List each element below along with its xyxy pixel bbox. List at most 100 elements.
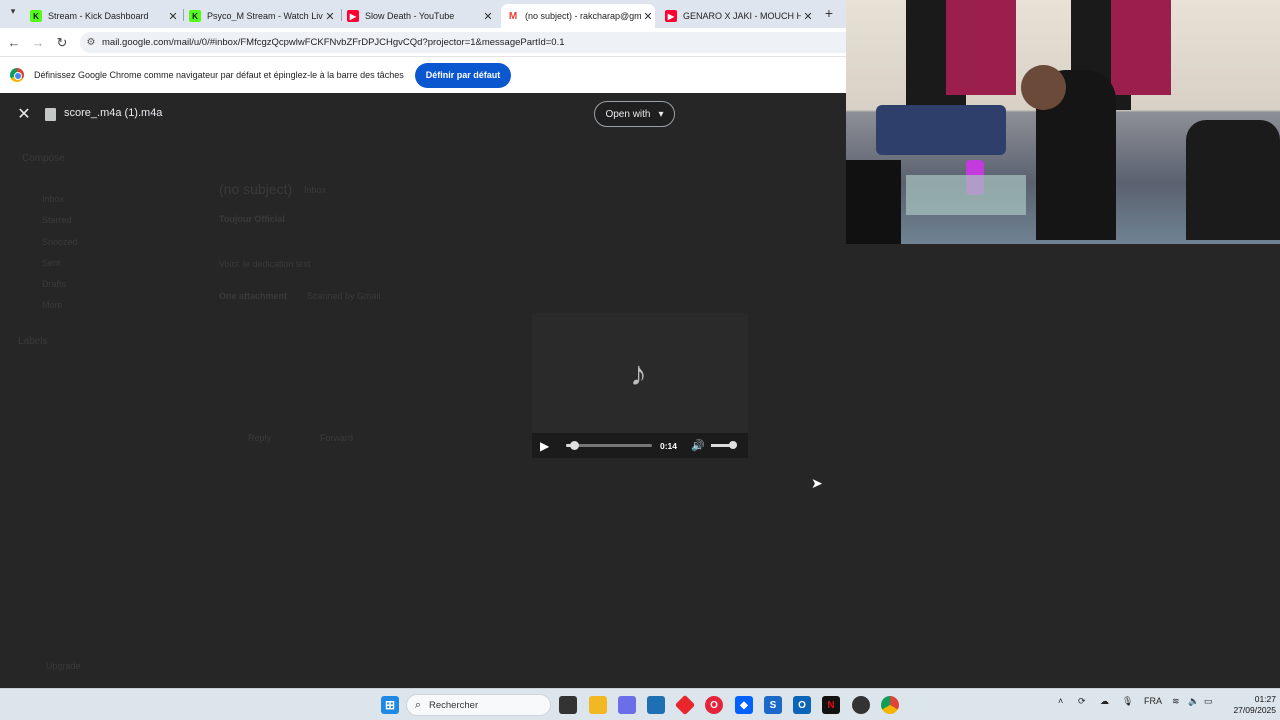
nav-snoozed: Snoozed bbox=[42, 237, 78, 247]
task-view-icon[interactable] bbox=[559, 696, 577, 714]
chrome-taskbar-icon[interactable] bbox=[881, 696, 899, 714]
wifi-icon[interactable]: ≋ bbox=[1172, 696, 1180, 707]
opera-icon[interactable]: O bbox=[705, 696, 723, 714]
close-tab-icon[interactable]: ✕ bbox=[641, 10, 655, 23]
audio-file-icon bbox=[45, 108, 56, 121]
attachment-count: One attachment bbox=[219, 291, 288, 301]
tab-kick-dashboard[interactable]: K Stream - Kick Dashboard ✕ bbox=[30, 4, 180, 28]
attachment-filename: score_.m4a (1).m4a bbox=[64, 107, 163, 119]
tab-title: Slow Death - YouTube bbox=[365, 11, 455, 21]
app-red-diamond-icon[interactable] bbox=[674, 694, 696, 716]
reload-icon[interactable]: ↻ bbox=[53, 34, 71, 52]
nav-sent: Sent bbox=[42, 258, 61, 268]
forward-button: Forward bbox=[320, 433, 354, 443]
battery-icon[interactable]: ▭ bbox=[1204, 696, 1213, 707]
obs-icon[interactable] bbox=[852, 696, 870, 714]
outlook-icon[interactable]: O bbox=[793, 696, 811, 714]
dropbox-icon[interactable]: ◆ bbox=[735, 696, 753, 714]
sync-icon[interactable]: ⟳ bbox=[1078, 696, 1086, 707]
url-text[interactable]: mail.google.com/mail/u/0/#inbox/FMfcgzQc… bbox=[102, 37, 565, 48]
seek-handle[interactable] bbox=[570, 441, 580, 450]
email-body: Voici: le dedication text bbox=[219, 259, 311, 269]
language-indicator[interactable]: FRA bbox=[1144, 696, 1162, 706]
labels-heading: Labels bbox=[18, 336, 48, 347]
open-with-button[interactable]: Open with ▾ bbox=[594, 101, 675, 127]
volume-slider[interactable] bbox=[710, 441, 737, 449]
open-with-label: Open with bbox=[605, 108, 651, 120]
microphone-icon[interactable]: 🎙 bbox=[1122, 696, 1133, 707]
tab-title: Psyco_M Stream - Watch Live o bbox=[207, 11, 323, 21]
tab-psyco-stream[interactable]: K Psyco_M Stream - Watch Live o ✕ bbox=[189, 4, 337, 28]
taskbar-search[interactable]: ⌕ Rechercher bbox=[406, 694, 551, 716]
cloud-icon[interactable]: ☁ bbox=[1100, 696, 1109, 707]
nav-inbox: Inbox bbox=[42, 194, 65, 204]
new-tab-button[interactable]: + bbox=[820, 4, 838, 22]
tray-overflow-icon[interactable]: ˄ bbox=[1058, 696, 1063, 706]
audio-player: ♪ ▶ 0:14 🔊 bbox=[532, 313, 748, 458]
close-tab-icon[interactable]: ✕ bbox=[801, 10, 815, 23]
omnibox[interactable]: ⚙ mail.google.com/mail/u/0/#inbox/FMfcgz… bbox=[80, 32, 846, 53]
file-explorer-icon[interactable] bbox=[589, 696, 607, 714]
tab-title: Stream - Kick Dashboard bbox=[48, 11, 149, 21]
tab-title: GENARO X JAKI - MOUCH HUM bbox=[683, 11, 801, 21]
windows-start-icon[interactable]: ⊞ bbox=[381, 696, 399, 714]
compose-button: Compose bbox=[22, 153, 65, 164]
copilot-icon[interactable] bbox=[618, 696, 636, 714]
inbox-tag: Inbox bbox=[304, 185, 327, 195]
player-controls: ▶ 0:14 🔊 bbox=[532, 433, 748, 458]
reply-button: Reply bbox=[248, 433, 272, 443]
back-icon[interactable]: ← bbox=[5, 34, 23, 52]
upgrade-link: Upgrade bbox=[46, 661, 81, 671]
search-placeholder: Rechercher bbox=[429, 699, 479, 711]
close-viewer-icon[interactable]: ✕ bbox=[14, 105, 34, 125]
dropdown-arrow-icon: ▾ bbox=[658, 108, 664, 120]
gmail-icon: M bbox=[507, 10, 519, 22]
search-icon: ⌕ bbox=[414, 698, 422, 711]
close-tab-icon[interactable]: ✕ bbox=[481, 10, 495, 23]
youtube-icon: ▶ bbox=[347, 10, 359, 22]
tab-search-icon[interactable]: ▾ bbox=[4, 6, 22, 22]
nav-more: More bbox=[42, 300, 63, 310]
seek-slider[interactable] bbox=[566, 441, 652, 450]
email-subject: (no subject) bbox=[219, 181, 293, 197]
volume-handle[interactable] bbox=[728, 441, 737, 449]
tab-title: (no subject) - rakcharap@gmai bbox=[525, 11, 641, 21]
current-time: 0:14 bbox=[660, 440, 678, 451]
viewer-right-area bbox=[846, 244, 1280, 688]
clock-date: 27/09/2025 bbox=[1233, 705, 1276, 715]
forward-icon[interactable]: → bbox=[29, 34, 47, 52]
chrome-icon bbox=[10, 68, 24, 82]
tab-strip: ▾ K Stream - Kick Dashboard ✕ K Psyco_M … bbox=[0, 0, 846, 28]
address-bar: ← → ↻ ⚙ mail.google.com/mail/u/0/#inbox/… bbox=[0, 28, 846, 57]
close-tab-icon[interactable]: ✕ bbox=[166, 10, 180, 23]
default-browser-infobar: Définissez Google Chrome comme navigateu… bbox=[0, 57, 846, 93]
tab-gmail[interactable]: M (no subject) - rakcharap@gmai ✕ bbox=[501, 4, 655, 28]
site-info-icon[interactable]: ⚙ bbox=[80, 37, 102, 48]
clock-time: 01:27 bbox=[1254, 694, 1276, 704]
nav-starred: Starred bbox=[42, 215, 72, 225]
audio-artwork: ♪ bbox=[532, 313, 748, 433]
windows-taskbar: ⊞ ⌕ Rechercher O ◆ S O N ˄ ⟳ ☁ 🎙 FRA ≋ 🔈… bbox=[0, 688, 1280, 720]
kick-icon: K bbox=[189, 10, 201, 22]
kick-icon: K bbox=[30, 10, 42, 22]
browser-window: ▾ K Stream - Kick Dashboard ✕ K Psyco_M … bbox=[0, 0, 846, 688]
infobar-message: Définissez Google Chrome comme navigateu… bbox=[34, 70, 404, 80]
speaker-icon[interactable]: 🔈 bbox=[1188, 696, 1199, 707]
store-icon[interactable] bbox=[647, 696, 665, 714]
close-tab-icon[interactable]: ✕ bbox=[323, 10, 337, 23]
attachment-viewer: Compose Inbox Starred Snoozed Sent Draft… bbox=[0, 93, 846, 688]
tab-slow-death-youtube[interactable]: ▶ Slow Death - YouTube ✕ bbox=[347, 4, 495, 28]
volume-icon[interactable]: 🔊 bbox=[691, 439, 705, 452]
mouse-pointer-icon: ➤ bbox=[811, 475, 823, 491]
play-icon[interactable]: ▶ bbox=[540, 439, 554, 453]
music-note-icon: ♪ bbox=[630, 355, 647, 393]
app-blue-s-icon[interactable]: S bbox=[764, 696, 782, 714]
set-default-button[interactable]: Définir par défaut bbox=[414, 62, 512, 88]
sender-name: Toujour Official bbox=[219, 214, 285, 224]
netflix-icon[interactable]: N bbox=[822, 696, 840, 714]
tab-genaro-youtube[interactable]: ▶ GENARO X JAKI - MOUCH HUM ✕ bbox=[665, 4, 815, 28]
scanned-note: Scanned by Gmail bbox=[307, 291, 381, 301]
taskbar-clock[interactable]: 01:27 27/09/2025 bbox=[1222, 694, 1276, 716]
nav-drafts: Drafts bbox=[42, 279, 67, 289]
youtube-icon: ▶ bbox=[665, 10, 677, 22]
